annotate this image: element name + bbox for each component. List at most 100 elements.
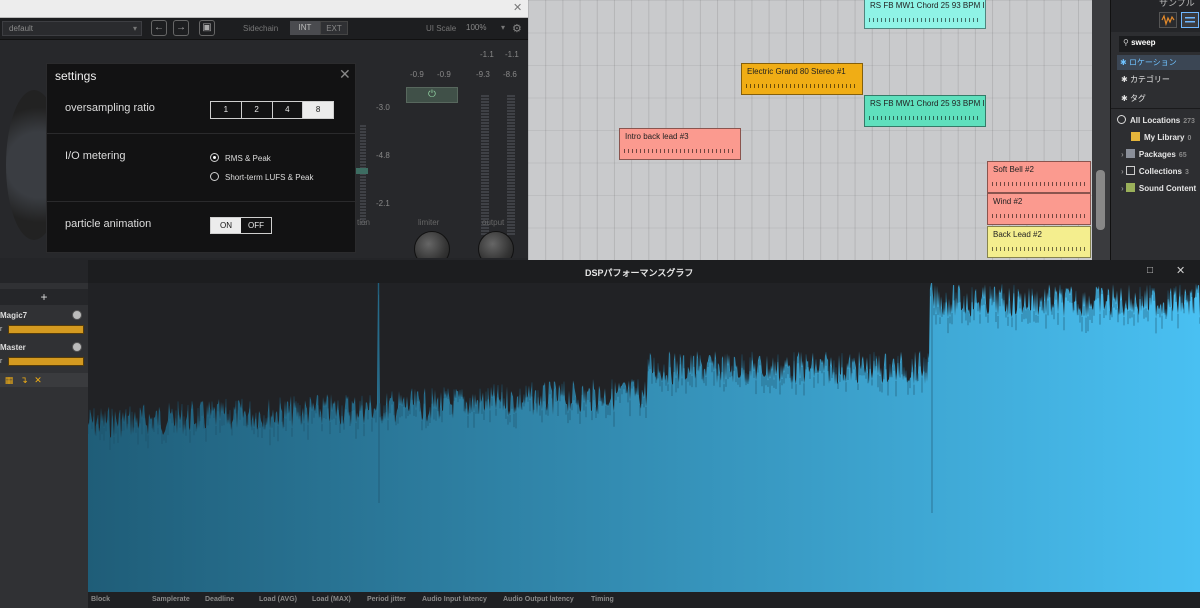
ui-scale-value: 100% <box>466 23 487 32</box>
io-option-label: RMS & Peak <box>225 154 271 163</box>
channel-volume-fader[interactable] <box>8 325 84 334</box>
settings-divider <box>47 201 357 202</box>
asterisk-icon: ✱ <box>1120 58 1129 67</box>
screen: RS FB MW1 Chord 25 93 BPM I Electric Gra… <box>0 0 1200 608</box>
gear-icon[interactable]: ⚙ <box>512 22 522 35</box>
browser-item-location[interactable]: ✱ ロケーション <box>1117 55 1200 70</box>
location-collections[interactable]: › Collections 3 <box>1121 166 1189 176</box>
stat-label: Load (AVG) <box>259 596 297 603</box>
settings-dialog: settings ✕ oversampling ratio 1 2 4 8 I/… <box>46 63 357 253</box>
clip-label: RS FB MW1 Chord 25 93 BPM I <box>870 99 985 108</box>
mixer-tool-row: ▦ ↴ ✕ <box>0 373 88 387</box>
add-channel-button[interactable]: + <box>0 289 88 305</box>
oversampling-option-8[interactable]: 8 <box>303 102 333 118</box>
particle-off-button[interactable]: OFF <box>241 218 271 233</box>
sample-view-icon[interactable] <box>1159 12 1177 28</box>
scrollbar-thumb[interactable] <box>1096 170 1105 230</box>
close-icon[interactable]: ✕ <box>339 66 351 83</box>
radio-unselected-icon <box>210 172 219 181</box>
stat-label: Audio Output latency <box>503 596 574 603</box>
clip-label: Soft Bell #2 <box>993 165 1034 174</box>
oversampling-option-2[interactable]: 2 <box>242 102 273 118</box>
arranger-scrollbar[interactable] <box>1092 0 1110 260</box>
save-preset-button[interactable]: ▣ <box>199 20 215 36</box>
clip[interactable]: Intro back lead #3 <box>619 128 741 160</box>
x-tool-icon[interactable]: ✕ <box>33 375 43 385</box>
oversampling-ratio-group: 1 2 4 8 <box>210 101 334 119</box>
search-icon: ⚲ <box>1123 38 1129 47</box>
stat-label: Deadline <box>205 596 235 603</box>
channel-record-button[interactable] <box>72 310 82 320</box>
preset-value: default <box>9 24 34 33</box>
next-preset-button[interactable]: → <box>173 20 189 36</box>
location-label: Collections <box>1138 167 1183 176</box>
meter-value: -8.6 <box>503 70 517 79</box>
maximize-icon[interactable]: □ <box>1147 265 1153 276</box>
browser-item-category[interactable]: ✱ カテゴリー <box>1121 74 1170 85</box>
list-view-icon[interactable] <box>1181 12 1199 28</box>
channel-tag: r <box>0 326 3 333</box>
power-icon: ⏻ <box>428 89 436 100</box>
route-tool-icon[interactable]: ↴ <box>19 375 29 385</box>
location-sound-content[interactable]: › Sound Content <box>1121 183 1196 193</box>
asterisk-icon: ✱ <box>1121 94 1130 103</box>
browser-title: サンプル <box>1159 0 1195 8</box>
stat-label: Audio Input latency <box>422 596 487 603</box>
clip[interactable]: Soft Bell #2 <box>987 161 1091 193</box>
sidechain-ext-button[interactable]: EXT <box>320 21 348 35</box>
clip-waveform <box>992 214 1086 218</box>
clip-label: Intro back lead #3 <box>625 132 689 141</box>
oversampling-option-4[interactable]: 4 <box>273 102 304 118</box>
location-count: 273 <box>1183 118 1195 125</box>
arranger-grid[interactable]: RS FB MW1 Chord 25 93 BPM I Electric Gra… <box>528 0 1092 260</box>
location-label: Sound Content <box>1138 184 1197 193</box>
channel-volume-fader[interactable] <box>8 357 84 366</box>
prev-preset-button[interactable]: ← <box>151 20 167 36</box>
browser-divider <box>1111 108 1200 109</box>
dsp-titlebar: DSPパフォーマンスグラフ □ ✕ <box>88 260 1200 283</box>
asterisk-icon: ✱ <box>1121 75 1130 84</box>
chevron-down-icon: ▾ <box>500 23 505 32</box>
library-folder-icon <box>1131 132 1140 141</box>
sidechain-int-button[interactable]: INT <box>290 21 320 35</box>
location-all[interactable]: All Locations 273 <box>1117 115 1195 125</box>
close-icon[interactable]: ✕ <box>1176 264 1185 277</box>
clip-label: Back Lead #2 <box>993 230 1042 239</box>
grid-tool-icon[interactable]: ▦ <box>4 375 14 385</box>
location-my-library[interactable]: My Library 0 <box>1131 132 1191 142</box>
io-option-lufs-peak[interactable]: Short-term LUFS & Peak <box>210 172 313 182</box>
radio-selected-icon <box>210 153 219 162</box>
browser-item-label: カテゴリー <box>1129 75 1170 84</box>
window-close-icon[interactable]: ✕ <box>513 1 522 14</box>
channel-record-button[interactable] <box>72 342 82 352</box>
particle-animation-label: particle animation <box>65 218 152 230</box>
clip[interactable]: Wind #2 <box>987 193 1091 225</box>
preset-dropdown[interactable]: default ▾ <box>2 21 142 36</box>
clip[interactable]: Electric Grand 80 Stereo #1 <box>741 63 863 95</box>
io-option-rms-peak[interactable]: RMS & Peak <box>210 153 271 163</box>
dsp-stats-bar: Block Samplerate Deadline Load (AVG) Loa… <box>88 592 1200 608</box>
power-button[interactable]: ⏻ <box>406 87 458 103</box>
meter-fill <box>356 168 368 174</box>
channel-tag: r <box>0 358 3 365</box>
meter-value: -1.1 <box>505 50 519 59</box>
clip-waveform <box>624 149 736 153</box>
oversampling-option-1[interactable]: 1 <box>211 102 242 118</box>
browser-search-input[interactable]: ⚲ sweep <box>1119 36 1200 52</box>
io-option-label: Short-term LUFS & Peak <box>225 173 314 182</box>
oversampling-label: oversampling ratio <box>65 102 155 114</box>
clip[interactable]: Back Lead #2 <box>987 226 1091 258</box>
dsp-graph-window: DSPパフォーマンスグラフ □ ✕ Block Samplerate Deadl… <box>88 260 1200 608</box>
clip-waveform <box>746 84 858 88</box>
particle-on-button[interactable]: ON <box>211 218 241 233</box>
knob-label: tion <box>357 218 370 227</box>
knob-label: output <box>482 218 505 227</box>
clip-label: Electric Grand 80 Stereo #1 <box>747 67 846 76</box>
browser-panel: サンプル ⚲ sweep ✱ ロケーション ✱ カテゴリー ✱ タグ All L… <box>1110 0 1200 260</box>
clip-waveform <box>992 182 1086 186</box>
browser-item-tag[interactable]: ✱ タグ <box>1121 93 1146 104</box>
clip[interactable]: RS FB MW1 Chord 25 93 BPM I <box>864 0 986 29</box>
ui-scale-dropdown[interactable]: 100% ▾ <box>463 21 507 35</box>
clip[interactable]: RS FB MW1 Chord 25 93 BPM I <box>864 95 986 127</box>
location-packages[interactable]: › Packages 65 <box>1121 149 1187 159</box>
